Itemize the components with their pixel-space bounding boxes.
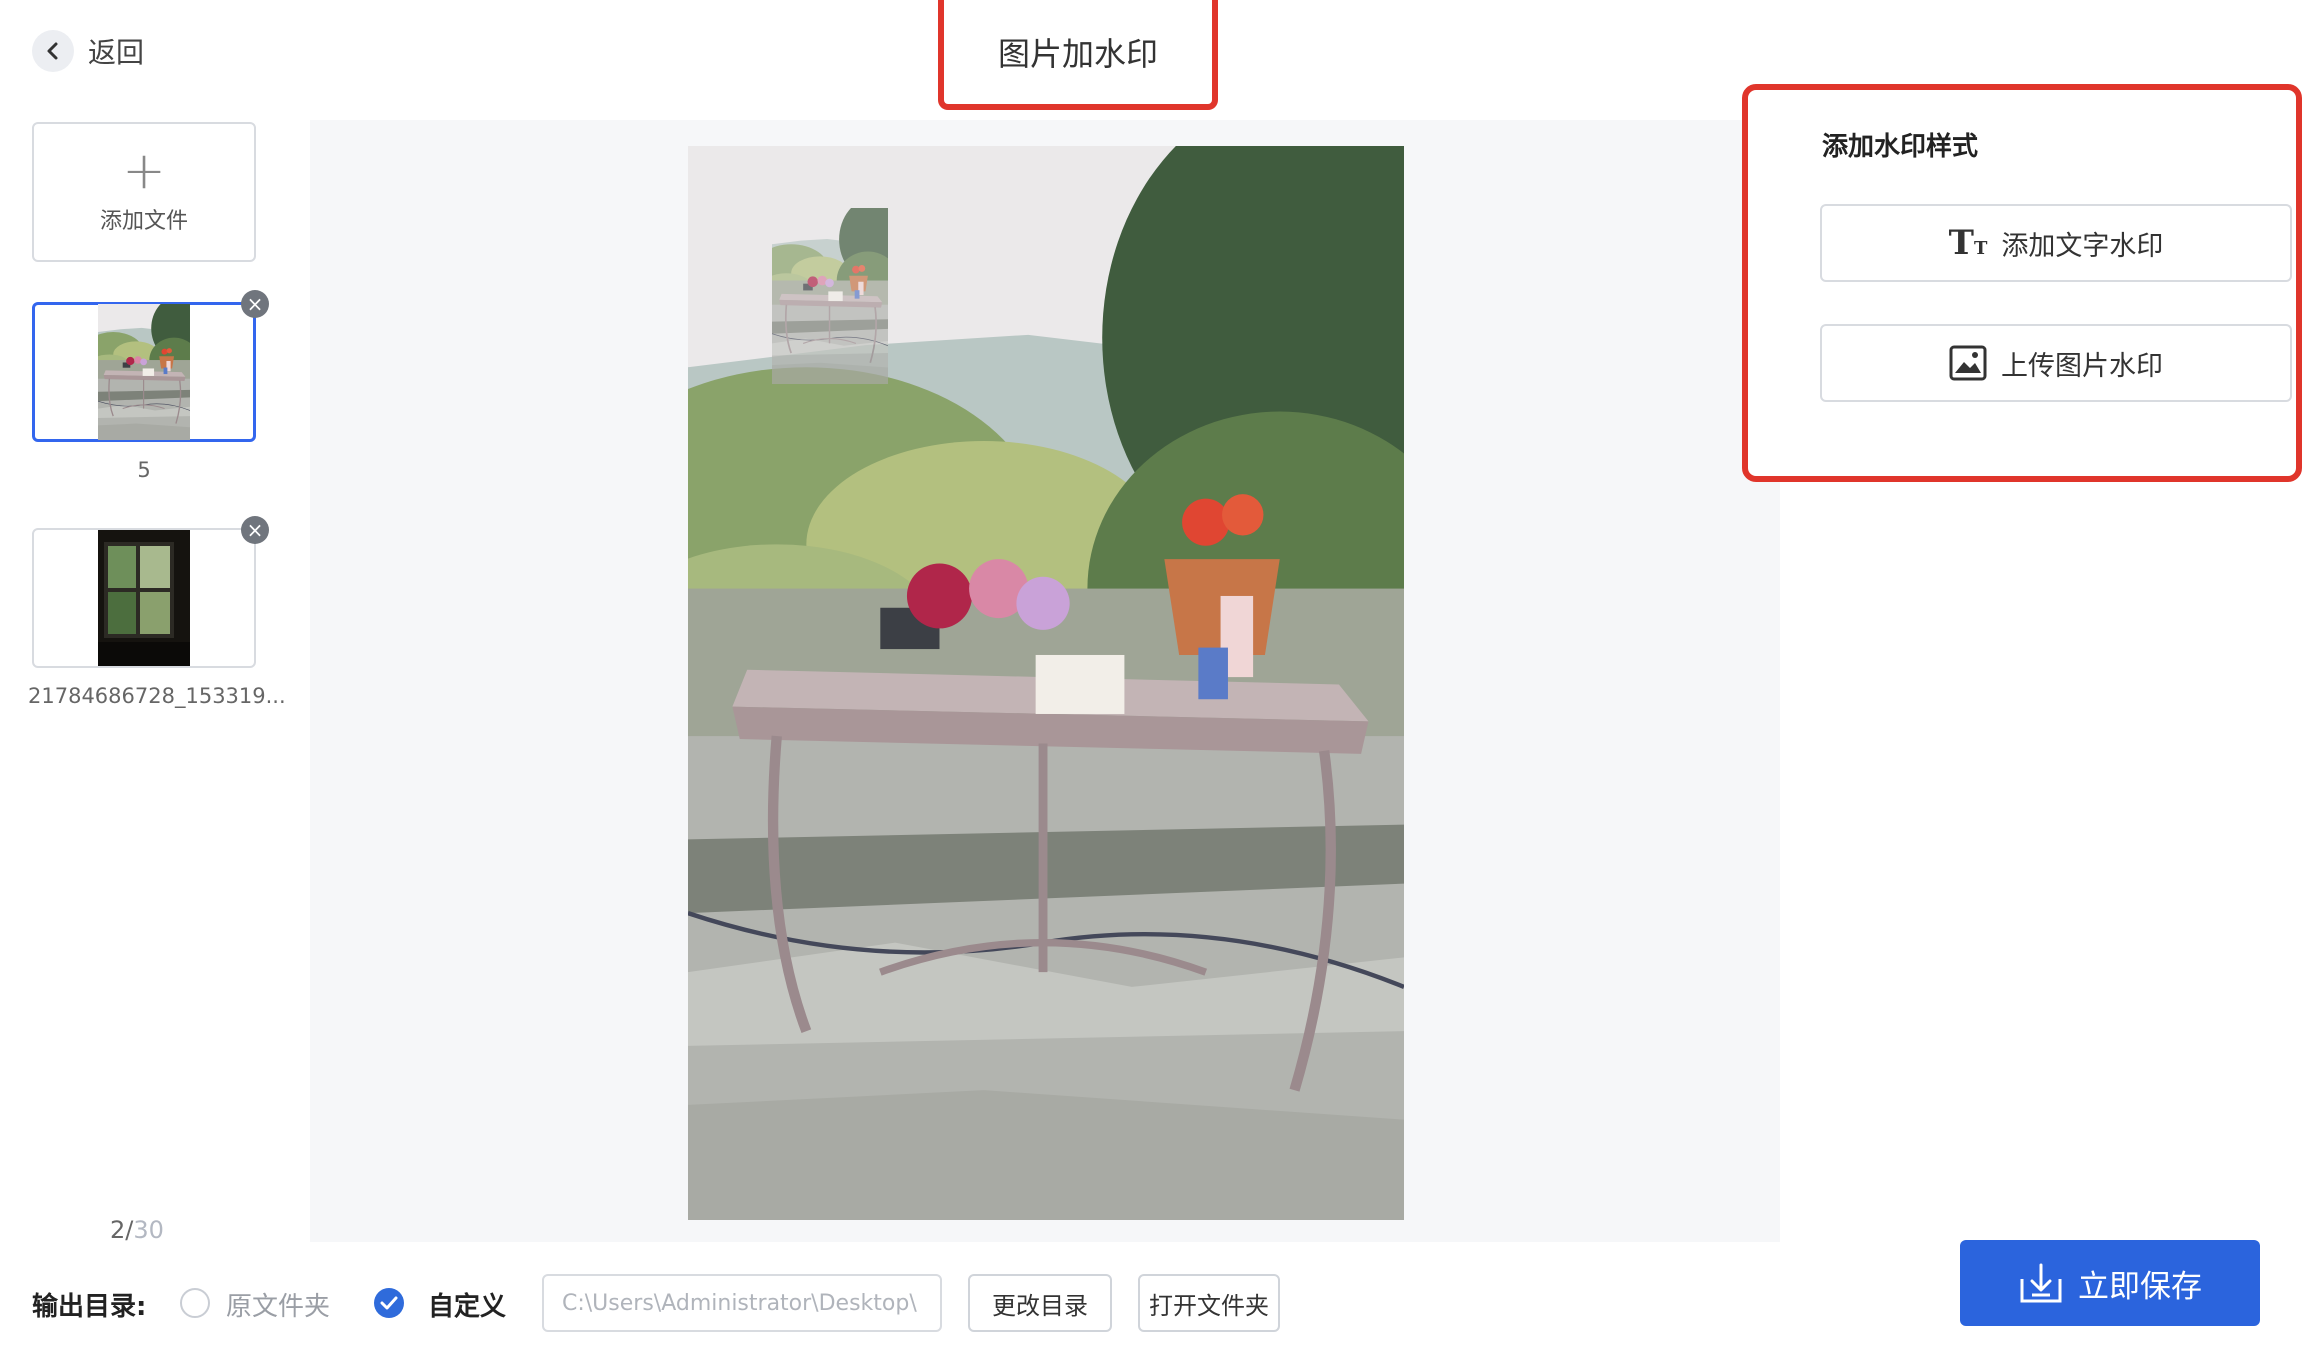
file-name: 5: [137, 458, 151, 482]
open-folder-button[interactable]: 打开文件夹: [1138, 1274, 1280, 1332]
output-directory-label: 输出目录:: [32, 1292, 147, 1322]
back-button[interactable]: 返回: [32, 28, 144, 74]
back-label: 返回: [88, 36, 145, 69]
remove-file-icon[interactable]: ×: [241, 290, 269, 318]
file-thumbnail[interactable]: [32, 528, 256, 668]
upload-image-watermark-label: 上传图片水印: [2001, 350, 2163, 382]
option-original-folder-label: 原文件夹: [226, 1292, 331, 1322]
checkmark-icon: [380, 1296, 398, 1310]
add-text-watermark-label: 添加文字水印: [2001, 230, 2164, 262]
save-now-label: 立即保存: [2078, 1268, 2202, 1305]
page-current: 2/: [110, 1216, 134, 1244]
file-name: 21784686728_153319...: [28, 684, 286, 708]
page-counter: 2/30: [110, 1216, 164, 1244]
file-preview-image: [98, 304, 190, 440]
change-directory-button[interactable]: 更改目录: [968, 1274, 1112, 1332]
download-icon: [2020, 1263, 2062, 1303]
image-icon: [1949, 345, 1987, 381]
panel-title: 添加水印样式: [1822, 132, 1979, 162]
output-path-field[interactable]: C:\Users\Administrator\Desktop\: [542, 1274, 942, 1332]
add-text-watermark-button[interactable]: TT 添加文字水印: [1820, 204, 2292, 282]
radio-original-folder[interactable]: [180, 1288, 210, 1318]
remove-file-icon[interactable]: ×: [241, 516, 269, 544]
add-file-label: 添加文件: [99, 209, 188, 234]
chevron-left-icon: [32, 30, 74, 72]
save-now-button[interactable]: 立即保存: [1960, 1240, 2260, 1326]
add-file-button[interactable]: + 添加文件: [32, 122, 256, 262]
radio-custom-folder[interactable]: [374, 1288, 404, 1318]
plus-icon: +: [122, 141, 166, 201]
image-watermark[interactable]: [772, 208, 888, 384]
upload-image-watermark-button[interactable]: 上传图片水印: [1820, 324, 2292, 402]
page-title: 图片加水印: [938, 0, 1218, 110]
text-size-icon: TT: [1948, 223, 1988, 263]
file-preview-image: [98, 530, 190, 666]
page-total: 30: [133, 1216, 164, 1244]
option-custom-label: 自定义: [428, 1292, 507, 1322]
file-thumbnail-selected[interactable]: [32, 302, 256, 442]
